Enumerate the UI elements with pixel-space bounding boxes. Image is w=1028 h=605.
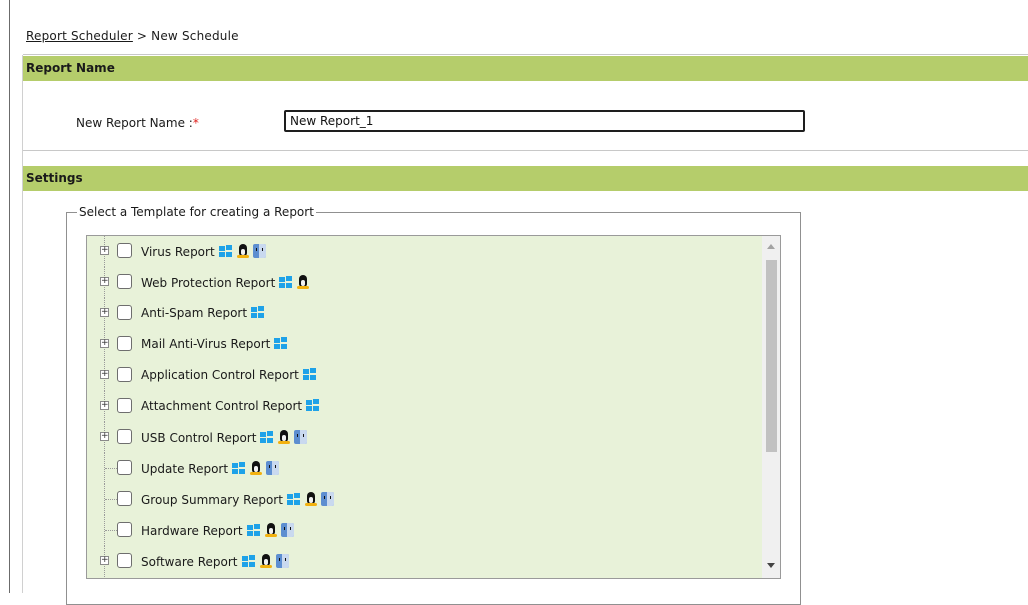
template-checkbox[interactable] [117, 336, 132, 351]
windows-logo-icon [306, 399, 320, 412]
template-tree-item[interactable]: + Web Protection Report [87, 267, 759, 298]
template-label-text: Hardware Report [141, 524, 243, 538]
breadcrumb: Report Scheduler > New Schedule [26, 29, 239, 43]
tree-branch-line [105, 499, 117, 500]
divider [23, 150, 1028, 151]
template-checkbox[interactable] [117, 243, 132, 258]
template-checkbox[interactable] [117, 274, 132, 289]
template-checkbox[interactable] [117, 553, 132, 568]
template-tree-item[interactable]: Update Report [87, 453, 759, 484]
breadcrumb-current: New Schedule [151, 29, 239, 43]
template-legend: Select a Template for creating a Report [79, 205, 314, 219]
template-tree-item[interactable]: + Anti-Spam Report [87, 298, 759, 329]
template-tree: + Virus Report + Web Protection Report + Anti… [86, 235, 781, 579]
template-label-text: Application Control Report [141, 368, 299, 382]
template-checkbox[interactable] [117, 491, 132, 506]
report-name-label-text: New Report Name : [76, 116, 193, 130]
windows-logo-icon [232, 462, 246, 475]
template-label-text: Mail Anti-Virus Report [141, 337, 271, 351]
template-label: Anti-Spam Report [141, 306, 265, 320]
template-label: Update Report [141, 461, 280, 476]
windows-logo-icon [260, 431, 274, 444]
expand-plus-icon[interactable]: + [100, 339, 109, 348]
mac-finder-icon [266, 461, 280, 475]
windows-logo-icon [241, 555, 256, 568]
section-header-report-name: Report Name [23, 56, 1028, 81]
required-asterisk: * [192, 116, 199, 130]
windows-logo-icon [302, 368, 317, 381]
tree-branch-line [105, 530, 117, 531]
template-tree-item[interactable]: Group Summary Report [87, 484, 759, 515]
template-tree-item[interactable]: + USB Control Report [87, 422, 759, 453]
report-name-label: New Report Name :* [76, 116, 199, 130]
mac-finder-icon [280, 523, 294, 537]
mac-finder-icon [294, 430, 308, 444]
template-checkbox[interactable] [117, 429, 132, 444]
template-label-text: Group Summary Report [141, 493, 283, 507]
scroll-up-arrow-icon[interactable] [767, 244, 775, 249]
mac-finder-icon [252, 244, 266, 258]
section-header-settings: Settings [23, 166, 1028, 191]
linux-tux-icon [304, 492, 317, 506]
windows-logo-icon [279, 276, 293, 289]
template-tree-item[interactable]: + Attachment Control Report [87, 391, 759, 422]
template-label: Application Control Report [141, 368, 317, 382]
windows-logo-icon [274, 337, 288, 350]
linux-tux-icon [259, 554, 272, 568]
tree-branch-line [105, 468, 117, 469]
breadcrumb-separator: > [132, 29, 152, 43]
template-label-text: Web Protection Report [141, 276, 276, 290]
template-label: Mail Anti-Virus Report [141, 337, 288, 351]
windows-logo-icon [218, 245, 233, 258]
divider [23, 54, 1028, 55]
content-left-divider [22, 55, 23, 593]
tree-scrollbar[interactable] [762, 236, 780, 578]
windows-logo-icon [286, 493, 301, 506]
mac-finder-icon [320, 492, 334, 506]
mac-finder-icon [275, 554, 289, 568]
template-label: Software Report [141, 554, 289, 569]
template-label-text: Virus Report [141, 245, 215, 259]
template-checkbox[interactable] [117, 305, 132, 320]
page-left-border [9, 0, 10, 593]
template-label-text: USB Control Report [141, 431, 257, 445]
windows-logo-icon [251, 306, 265, 319]
breadcrumb-link-report-scheduler[interactable]: Report Scheduler [26, 29, 133, 43]
template-label: USB Control Report [141, 430, 308, 445]
template-checkbox[interactable] [117, 398, 132, 413]
template-tree-item[interactable]: Hardware Report [87, 515, 759, 546]
expand-plus-icon[interactable]: + [100, 370, 109, 379]
template-label: Virus Report [141, 244, 266, 259]
template-label: Group Summary Report [141, 492, 334, 507]
template-label-text: Software Report [141, 555, 238, 569]
expand-plus-icon[interactable]: + [100, 246, 109, 255]
template-label-text: Attachment Control Report [141, 399, 303, 413]
template-tree-item[interactable]: + Software Report [87, 546, 759, 577]
template-tree-item[interactable]: + Application Control Report [87, 360, 759, 391]
template-label: Hardware Report [141, 523, 294, 538]
scroll-down-arrow-icon[interactable] [767, 563, 775, 568]
expand-plus-icon[interactable]: + [100, 401, 109, 410]
expand-plus-icon[interactable]: + [100, 556, 109, 565]
template-checkbox[interactable] [117, 367, 132, 382]
template-tree-item[interactable]: + Virus Report [87, 236, 759, 267]
linux-tux-icon [278, 430, 291, 444]
windows-logo-icon [246, 524, 261, 537]
linux-tux-icon [250, 461, 263, 475]
template-label-text: Anti-Spam Report [141, 306, 248, 320]
scrollbar-thumb[interactable] [766, 260, 777, 452]
template-label: Attachment Control Report [141, 399, 320, 413]
linux-tux-icon [264, 523, 277, 537]
expand-plus-icon[interactable]: + [100, 432, 109, 441]
linux-tux-icon [236, 244, 249, 258]
linux-tux-icon [297, 275, 310, 289]
report-name-input[interactable] [284, 110, 805, 132]
template-label: Web Protection Report [141, 275, 310, 290]
expand-plus-icon[interactable]: + [100, 277, 109, 286]
expand-plus-icon[interactable]: + [100, 308, 109, 317]
template-checkbox[interactable] [117, 460, 132, 475]
template-label-text: Update Report [141, 462, 229, 476]
template-checkbox[interactable] [117, 522, 132, 537]
template-tree-item[interactable]: + Mail Anti-Virus Report [87, 329, 759, 360]
